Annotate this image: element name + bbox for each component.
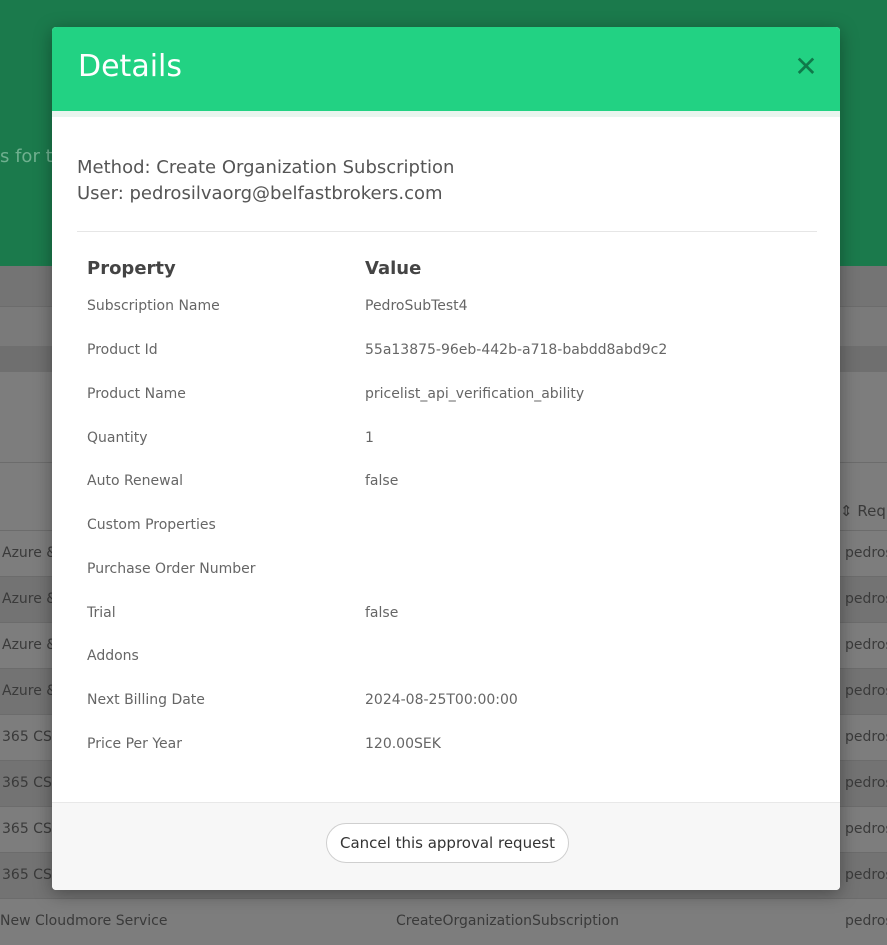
value-column-header: Value xyxy=(365,258,422,279)
property-column-header: Property xyxy=(87,258,176,279)
property-value: 120.00SEK xyxy=(365,736,441,752)
request-meta: Method: Create Organization Subscription… xyxy=(77,155,454,207)
property-value: false xyxy=(365,473,399,489)
property-value: 2024-08-25T00:00:00 xyxy=(365,692,518,708)
property-label: Quantity xyxy=(87,430,148,446)
property-label: Subscription Name xyxy=(87,298,220,314)
property-label: Trial xyxy=(87,605,116,621)
user-line: User: pedrosilvaorg@belfastbrokers.com xyxy=(77,183,443,204)
table-row[interactable]: New Cloudmore Service CreateOrganization… xyxy=(0,898,887,945)
sort-icon: ⇕ xyxy=(840,502,858,520)
modal-header: Details ✕ xyxy=(52,27,840,117)
cancel-approval-request-button[interactable]: Cancel this approval request xyxy=(326,823,569,863)
property-label: Price Per Year xyxy=(87,736,183,752)
page-header-text: s for t xyxy=(0,146,53,167)
property-label: Purchase Order Number xyxy=(87,561,256,577)
divider xyxy=(77,231,817,232)
property-label: Custom Properties xyxy=(87,517,216,533)
property-value: PedroSubTest4 xyxy=(365,298,468,314)
close-icon[interactable]: ✕ xyxy=(794,53,818,81)
requester-column-header[interactable]: ⇕ Requ xyxy=(840,502,887,520)
property-label: Product Name xyxy=(87,386,186,402)
property-label: Auto Renewal xyxy=(87,473,184,489)
modal-footer: Cancel this approval request xyxy=(52,802,840,890)
property-value: 55a13875-96eb-442b-a718-babdd8abd9c2 xyxy=(365,342,668,358)
property-label: Next Billing Date xyxy=(87,692,205,708)
property-value: 1 xyxy=(365,430,374,446)
modal-title: Details xyxy=(78,49,183,84)
property-label: Addons xyxy=(87,648,139,664)
property-value: pricelist_api_verification_ability xyxy=(365,386,585,402)
method-line: Method: Create Organization Subscription xyxy=(77,157,455,178)
details-modal: Details ✕ Method: Create Organization Su… xyxy=(52,27,840,890)
property-label: Product Id xyxy=(87,342,158,358)
property-value: false xyxy=(365,605,399,621)
